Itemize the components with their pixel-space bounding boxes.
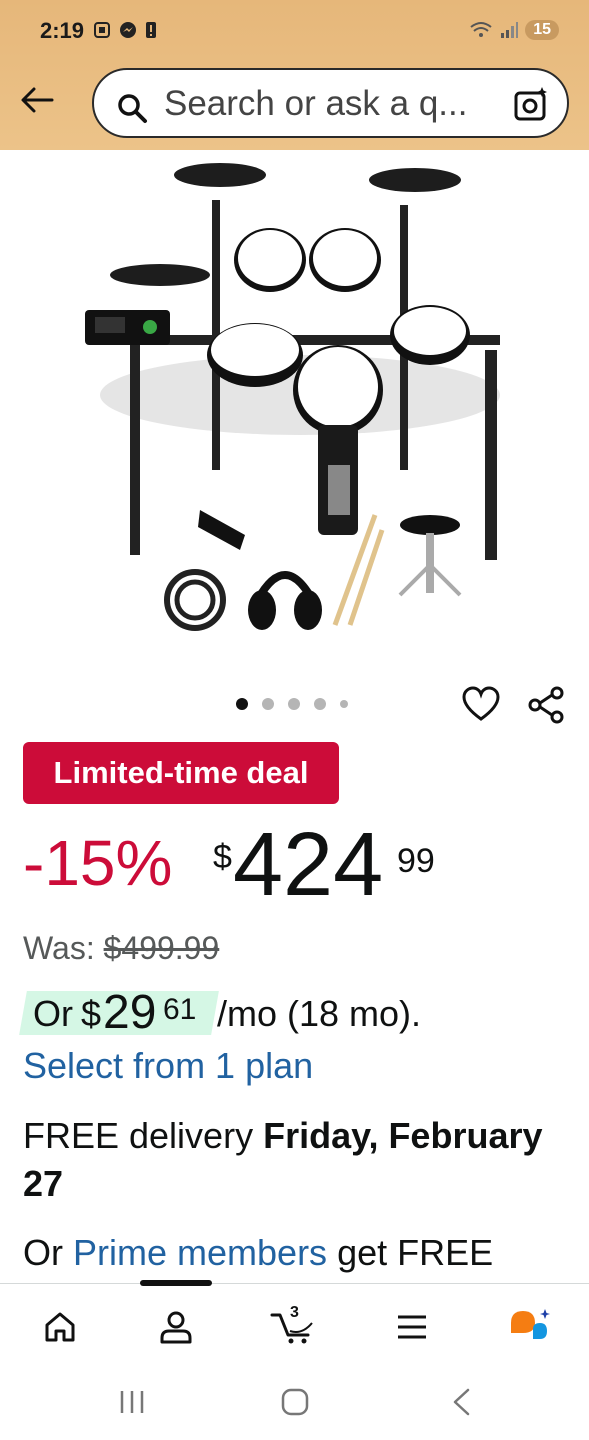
price-block: -15% $ 424 99 [23,815,583,922]
wifi-icon [470,22,492,37]
monthly-currency: $ [81,993,102,1034]
carousel-dot[interactable] [340,700,348,708]
nav-cart[interactable]: 3 [264,1302,324,1352]
messenger-icon [120,22,136,38]
search-input[interactable]: Search or ask a q... [164,84,467,124]
wishlist-button[interactable] [462,686,500,727]
price-fraction: 99 [397,842,435,880]
app-header: 2:19 15 Search or ask a q... [0,0,589,150]
back-arrow-icon [21,87,54,113]
camera-search-icon[interactable] [513,86,549,122]
limited-time-deal-badge: Limited-time deal [23,742,339,804]
was-price-row: Was: $499.99 [23,930,219,967]
back-nav-icon[interactable] [450,1387,472,1417]
search-bar[interactable]: Search or ask a q... [92,68,569,138]
home-icon [45,1312,75,1342]
cart-count: 3 [290,1304,299,1321]
monthly-payment-row: Or $ 29 61 /mo (18 mo). [19,985,583,1039]
product-image[interactable] [70,155,520,645]
status-time: 2:19 [40,18,85,43]
select-plan-link[interactable]: Select from 1 plan [23,1045,313,1087]
search-icon [118,94,147,123]
monthly-term: /mo (18 mo). [217,993,422,1034]
menu-icon [398,1315,426,1339]
prime-suffix: get FREE [337,1232,494,1273]
home-button-icon[interactable] [280,1387,310,1417]
discount-percent: -15% [23,827,173,899]
alert-icon [146,22,156,38]
nav-menu[interactable] [382,1302,442,1352]
notification-icons [92,20,158,40]
monthly-fraction: 61 [163,993,197,1026]
was-label: Was: [23,930,95,966]
carousel-dot[interactable] [314,698,326,710]
monthly-or: Or [33,993,73,1034]
nav-rufus[interactable] [500,1302,560,1352]
delivery-info: FREE delivery Friday, February 27 [23,1112,563,1208]
battery-level: 15 [525,20,559,40]
system-navigation-bar [0,1369,589,1440]
share-icon [528,686,564,724]
monthly-whole: 29 [103,986,157,1039]
status-bar: 2:19 15 [0,0,589,62]
rufus-assistant-icon [511,1309,550,1339]
share-button[interactable] [526,686,566,729]
delivery-prefix: FREE delivery [23,1115,254,1156]
carousel-dot[interactable] [288,698,300,710]
carousel-dot[interactable] [236,698,248,710]
nav-account[interactable] [146,1302,206,1352]
price-currency: $ [213,838,232,876]
screenshot-icon [94,22,110,38]
recent-apps-icon[interactable] [118,1387,146,1417]
carousel-dot[interactable] [262,698,274,710]
was-price: $499.99 [103,930,220,966]
system-status-icons: 15 [469,20,559,40]
bottom-nav: 3 [0,1280,589,1369]
prime-or: Or [23,1232,63,1273]
nav-home[interactable] [30,1302,90,1352]
back-button[interactable] [16,82,58,118]
active-tab-indicator [140,1280,212,1286]
image-carousel-dots[interactable] [236,698,348,710]
signal-icon [501,22,519,38]
prime-delivery-row: Or Prime members get FREE [23,1232,493,1274]
person-icon [160,1311,192,1344]
heart-icon [462,686,500,721]
prime-members-link[interactable]: Prime members [73,1232,327,1273]
price-whole: 424 [233,815,384,915]
